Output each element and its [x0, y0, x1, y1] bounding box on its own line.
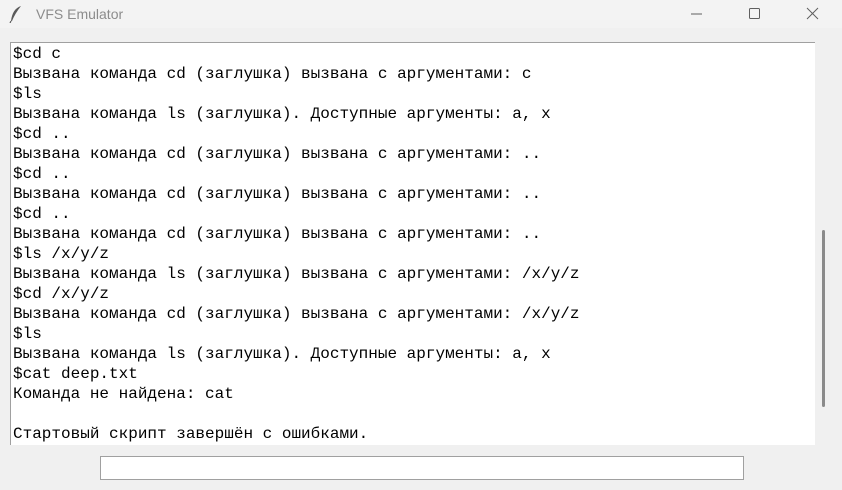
- feather-icon: [9, 5, 23, 24]
- scrollbar-thumb[interactable]: [822, 230, 825, 407]
- close-button[interactable]: [784, 0, 842, 28]
- output-line: Вызвана команда cd (заглушка) вызвана с …: [13, 185, 542, 203]
- output-line: Стартовый скрипт завершён с ошибками.: [13, 425, 369, 443]
- output-lines: $cd c Вызвана команда cd (заглушка) вызв…: [13, 44, 580, 444]
- output-line: $cat deep.txt: [13, 365, 138, 383]
- output-line: Вызвана команда ls (заглушка). Доступные…: [13, 345, 551, 363]
- output-line: $ls /x/y/z: [13, 245, 110, 263]
- maximize-button[interactable]: [726, 0, 784, 28]
- app-window: VFS Emulator $cd c Вызвана команда cd (з…: [0, 0, 842, 490]
- close-icon: [806, 7, 819, 20]
- output-line: Вызвана команда cd (заглушка) вызвана с …: [13, 225, 542, 243]
- output-line: $cd /x/y/z: [13, 285, 110, 303]
- output-line: Вызвана команда ls (заглушка). Доступные…: [13, 105, 551, 123]
- output-line: Вызвана команда cd (заглушка) вызвана с …: [13, 65, 532, 83]
- window-title: VFS Emulator: [36, 6, 124, 22]
- minimize-button[interactable]: [668, 0, 726, 28]
- output-line: Вызвана команда cd (заглушка) вызвана с …: [13, 305, 580, 323]
- output-scrollbar[interactable]: [815, 42, 832, 445]
- output-line: $ls: [13, 325, 42, 343]
- output-line: Вызвана команда cd (заглушка) вызвана с …: [13, 145, 542, 163]
- maximize-icon: [749, 8, 760, 19]
- output-line: Вызвана команда ls (заглушка) вызвана с …: [13, 265, 580, 283]
- output-line: $cd ..: [13, 125, 71, 143]
- output-line: $cd c: [13, 45, 62, 63]
- title-bar[interactable]: VFS Emulator: [0, 0, 842, 28]
- command-input[interactable]: [100, 456, 744, 480]
- output-line: Команда не найдена: cat: [13, 385, 234, 403]
- output-line: $cd ..: [13, 205, 71, 223]
- output-text-area[interactable]: $cd c Вызвана команда cd (заглушка) вызв…: [10, 42, 815, 445]
- output-line: $cd ..: [13, 165, 71, 183]
- output-line: $ls: [13, 85, 42, 103]
- minimize-icon: [691, 13, 702, 15]
